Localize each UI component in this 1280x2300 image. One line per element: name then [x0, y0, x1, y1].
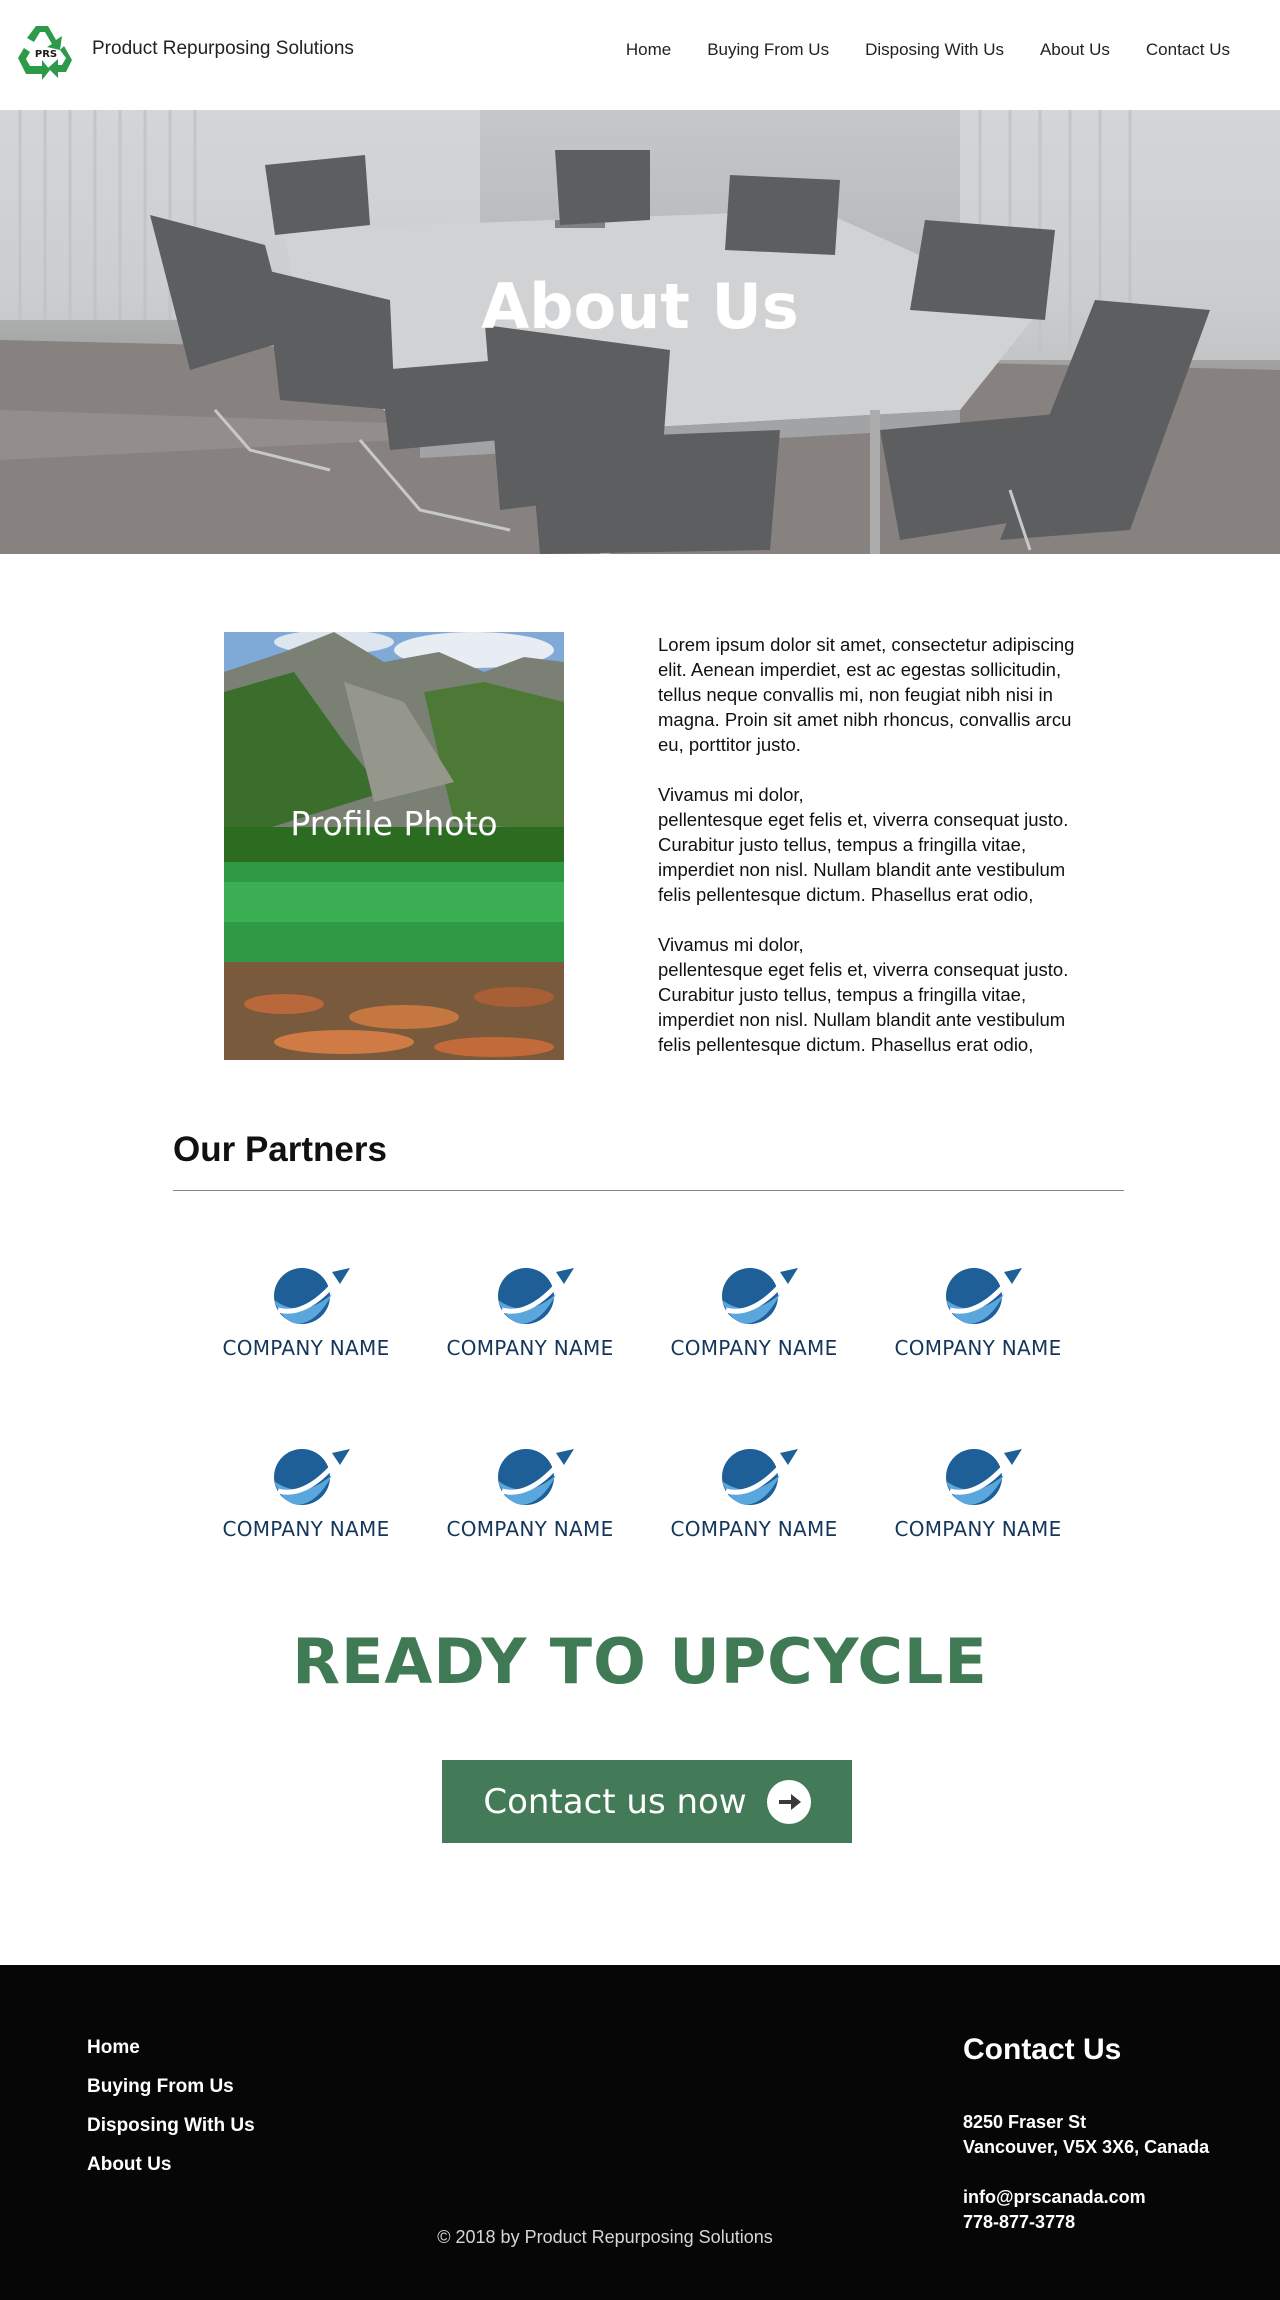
profile-photo: Profile Photo — [224, 632, 564, 1060]
partner-name: COMPANY NAME — [446, 1336, 614, 1360]
footer-nav-buying-from-us[interactable]: Buying From Us — [87, 2077, 255, 2097]
globe-plane-logo-icon — [722, 1449, 798, 1505]
footer-nav-about-us[interactable]: About Us — [87, 2155, 255, 2175]
contact-us-now-button[interactable]: Contact us now — [442, 1760, 852, 1843]
arrow-right-circle-icon — [766, 1779, 811, 1824]
partner-name: COMPANY NAME — [670, 1336, 838, 1360]
hero-banner: About Us — [0, 110, 1280, 554]
partner-logo[interactable]: COMPANY NAME — [878, 1441, 1078, 1551]
nav-about-us[interactable]: About Us — [1040, 40, 1110, 60]
footer-nav-home[interactable]: Home — [87, 2038, 255, 2058]
globe-plane-logo-icon — [722, 1268, 798, 1324]
partner-name: COMPANY NAME — [222, 1336, 390, 1360]
partners-heading: Our Partners — [173, 1130, 387, 1169]
logo-text: PRS — [35, 49, 57, 60]
nav-buying-from-us[interactable]: Buying From Us — [707, 40, 829, 60]
partner-name: COMPANY NAME — [670, 1517, 838, 1541]
page-title: About Us — [481, 270, 799, 343]
footer-address: 8250 Fraser St Vancouver, V5X 3X6, Canad… — [963, 2110, 1209, 2160]
partner-logo[interactable]: COMPANY NAME — [654, 1441, 854, 1551]
partner-name: COMPANY NAME — [894, 1336, 1062, 1360]
about-paragraph-3-body: pellentesque eget felis et, viverra cons… — [658, 959, 1069, 1055]
site-footer: Home Buying From Us Disposing With Us Ab… — [0, 1965, 1280, 2300]
globe-plane-logo-icon — [946, 1268, 1022, 1324]
main-nav: Home Buying From Us Disposing With Us Ab… — [626, 40, 1230, 60]
partner-logo[interactable]: COMPANY NAME — [430, 1260, 630, 1370]
partner-name: COMPANY NAME — [222, 1517, 390, 1541]
nav-contact-us[interactable]: Contact Us — [1146, 40, 1230, 60]
globe-plane-logo-icon — [274, 1268, 350, 1324]
profile-photo-label: Profile Photo — [290, 804, 498, 843]
about-paragraph-2-intro: Vivamus mi dolor, — [658, 784, 804, 805]
footer-copyright: © 2018 by Product Repurposing Solutions — [437, 2227, 773, 2247]
partner-name: COMPANY NAME — [446, 1517, 614, 1541]
mountain-lake-image — [224, 632, 564, 1060]
site-header: PRS Product Repurposing Solutions Home B… — [0, 0, 1280, 110]
globe-plane-logo-icon — [274, 1449, 350, 1505]
recycle-logo-icon[interactable]: PRS — [14, 22, 78, 82]
contact-us-now-label: Contact us now — [483, 1781, 747, 1822]
about-paragraph-3-intro: Vivamus mi dolor, — [658, 934, 804, 955]
footer-address-line-2: Vancouver, V5X 3X6, Canada — [963, 2137, 1210, 2157]
partner-logo[interactable]: COMPANY NAME — [878, 1260, 1078, 1370]
footer-nav: Home Buying From Us Disposing With Us Ab… — [87, 2038, 255, 2175]
footer-email-link[interactable]: info@prscanada.com — [963, 2185, 1146, 2210]
footer-contact-heading: Contact Us — [963, 2033, 1122, 2066]
globe-plane-logo-icon — [946, 1449, 1022, 1505]
about-paragraph-3: Vivamus mi dolor, pellentesque eget feli… — [658, 932, 1078, 1057]
about-paragraph-2: Vivamus mi dolor, pellentesque eget feli… — [658, 782, 1078, 907]
cta-heading: READY TO UPCYCLE — [292, 1625, 988, 1698]
partner-logo[interactable]: COMPANY NAME — [206, 1260, 406, 1370]
nav-disposing-with-us[interactable]: Disposing With Us — [865, 40, 1004, 60]
nav-home[interactable]: Home — [626, 40, 671, 60]
about-paragraph-1: Lorem ipsum dolor sit amet, consectetur … — [658, 634, 1075, 755]
partners-divider — [173, 1190, 1124, 1191]
partner-logo[interactable]: COMPANY NAME — [654, 1260, 854, 1370]
footer-nav-disposing-with-us[interactable]: Disposing With Us — [87, 2116, 255, 2136]
globe-plane-logo-icon — [498, 1268, 574, 1324]
brand-name[interactable]: Product Repurposing Solutions — [92, 38, 354, 60]
about-text: Lorem ipsum dolor sit amet, consectetur … — [658, 632, 1078, 1082]
globe-plane-logo-icon — [498, 1449, 574, 1505]
partner-name: COMPANY NAME — [894, 1517, 1062, 1541]
about-paragraph-2-body: pellentesque eget felis et, viverra cons… — [658, 809, 1069, 905]
partner-logo[interactable]: COMPANY NAME — [206, 1441, 406, 1551]
partner-logo[interactable]: COMPANY NAME — [430, 1441, 630, 1551]
footer-address-line-1: 8250 Fraser St — [963, 2112, 1087, 2132]
